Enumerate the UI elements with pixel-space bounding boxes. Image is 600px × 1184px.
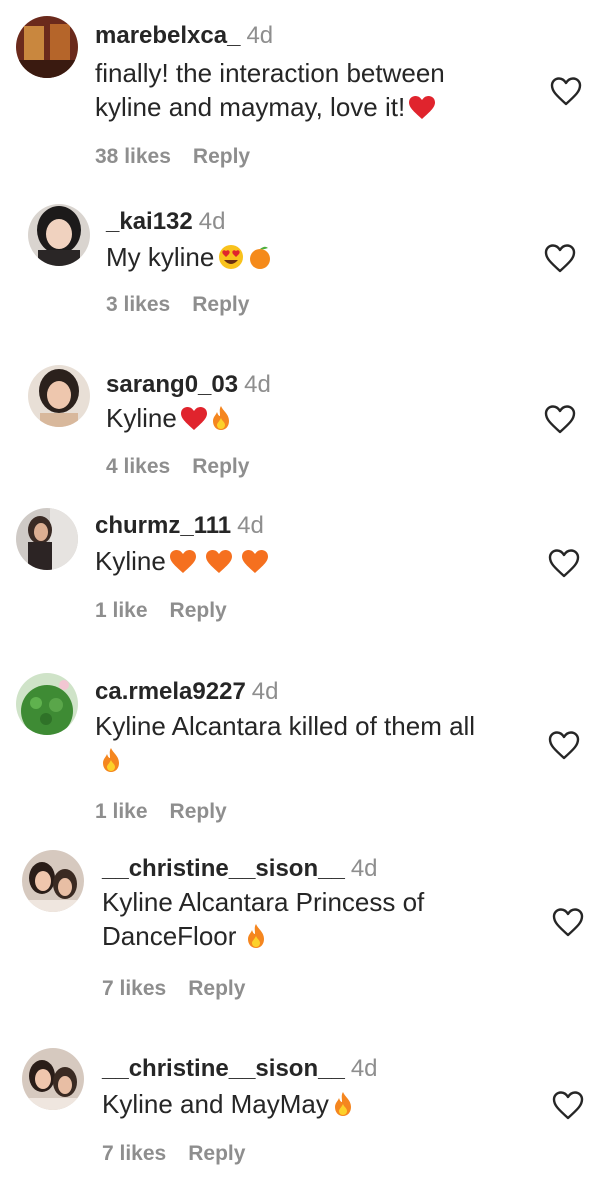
likes-count[interactable]: 7 likes: [102, 1142, 166, 1165]
comment-text-line: kyline and maymay, love it!: [95, 92, 406, 122]
orange-heart-emoji: [205, 550, 232, 574]
comment-text-line: Kyline Alcantara killed of them all: [95, 711, 476, 741]
comment-time: 4d: [251, 678, 279, 705]
likes-count[interactable]: 4 likes: [106, 455, 170, 478]
likes-count[interactable]: 38 likes: [95, 145, 171, 168]
fire-emoji: [333, 1091, 353, 1117]
red-heart-emoji: [409, 96, 436, 120]
comment-text-line: Kyline Alcantara Princess of: [102, 887, 425, 917]
fire-emoji: [211, 405, 231, 431]
likes-count[interactable]: 7 likes: [102, 977, 166, 1000]
reply-button[interactable]: Reply: [188, 977, 245, 1000]
orange-heart-emoji: [169, 550, 196, 574]
comment-text: finally! the interaction between kyline …: [95, 56, 445, 124]
comment-text: Kyline: [95, 544, 268, 578]
comment-username[interactable]: __christine__sison__: [102, 855, 345, 882]
avatar[interactable]: [28, 365, 90, 427]
comment-username[interactable]: marebelxca_: [95, 22, 240, 49]
likes-count[interactable]: 1 like: [95, 599, 148, 622]
like-heart-icon[interactable]: [548, 730, 580, 760]
avatar[interactable]: [22, 850, 84, 912]
avatar[interactable]: [16, 508, 78, 570]
comment-time: 4d: [237, 512, 264, 539]
comment-time: 4d: [350, 1055, 378, 1082]
comment-username[interactable]: __christine__sison__: [102, 1055, 345, 1082]
comment-text: Kyline: [106, 401, 231, 435]
heart-eyes-emoji: [218, 244, 244, 270]
comment-username[interactable]: churmz_111: [95, 512, 231, 539]
reply-button[interactable]: Reply: [188, 1142, 245, 1165]
avatar[interactable]: [22, 1048, 84, 1110]
like-heart-icon[interactable]: [548, 548, 580, 578]
avatar[interactable]: [16, 16, 78, 78]
comment-text-line: Kyline and MayMay: [102, 1089, 329, 1119]
comment-text-line: Kyline: [106, 403, 177, 433]
avatar[interactable]: [16, 673, 78, 735]
likes-count[interactable]: 1 like: [95, 800, 148, 823]
comment-text-line: finally! the interaction between: [95, 58, 445, 88]
reply-button[interactable]: Reply: [170, 800, 227, 823]
reply-button[interactable]: Reply: [170, 599, 227, 622]
comment-text-line: Kyline: [95, 546, 166, 576]
like-heart-icon[interactable]: [552, 907, 584, 937]
fire-emoji: [246, 923, 266, 949]
comment-time: 4d: [350, 855, 378, 882]
likes-count[interactable]: 3 likes: [106, 293, 170, 316]
comment-username[interactable]: _kai132: [106, 208, 193, 235]
red-heart-emoji: [180, 407, 207, 431]
like-heart-icon[interactable]: [552, 1090, 584, 1120]
reply-button[interactable]: Reply: [192, 293, 249, 316]
comment-text: My kyline: [106, 240, 272, 274]
comment-time: 4d: [244, 371, 271, 398]
comment-text-line: DanceFloor: [102, 921, 237, 951]
fire-emoji: [101, 747, 121, 773]
reply-button[interactable]: Reply: [193, 145, 250, 168]
comment-text: Kyline and MayMay: [102, 1087, 353, 1121]
avatar[interactable]: [28, 204, 90, 266]
reply-button[interactable]: Reply: [192, 455, 249, 478]
like-heart-icon[interactable]: [550, 76, 582, 106]
comment-text: Kyline Alcantara Princess of DanceFloor: [102, 885, 424, 953]
comment-time: 4d: [198, 208, 226, 235]
comment-text: Kyline Alcantara killed of them all: [95, 709, 475, 777]
comment-username[interactable]: ca.rmela9227: [95, 678, 246, 705]
like-heart-icon[interactable]: [544, 404, 576, 434]
tangerine-emoji: [248, 244, 272, 270]
comment-time: 4d: [246, 22, 274, 49]
comment-text-line: My kyline: [106, 242, 215, 272]
orange-heart-emoji: [241, 550, 268, 574]
comment-username[interactable]: sarang0_03: [106, 371, 238, 398]
like-heart-icon[interactable]: [544, 243, 576, 273]
